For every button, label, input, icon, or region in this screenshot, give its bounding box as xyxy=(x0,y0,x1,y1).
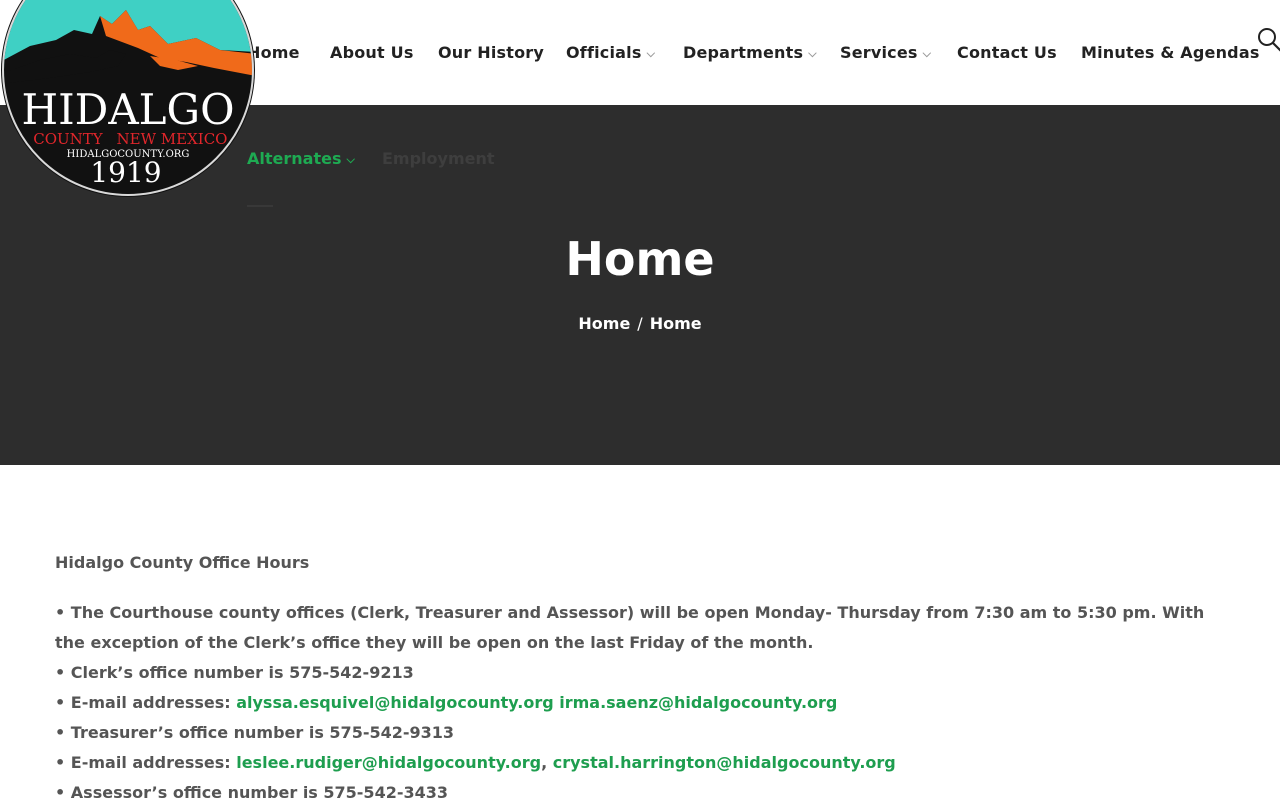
breadcrumb-current: Home xyxy=(649,314,702,333)
email-link-crystal[interactable]: crystal.harrington@hidalgocounty.org xyxy=(553,753,896,772)
logo-name: HIDALGO xyxy=(21,85,234,134)
email-link-irma[interactable]: irma.saenz@hidalgocounty.org xyxy=(559,693,837,712)
main-content: Hidalgo County Office Hours • The Courth… xyxy=(55,548,1225,808)
email-link-leslee[interactable]: leslee.rudiger@hidalgocounty.org xyxy=(236,753,541,772)
nav-alternates[interactable]: Alternates ⌵ xyxy=(247,148,355,170)
nav-services-label: Services xyxy=(840,43,918,62)
breadcrumb-separator: / xyxy=(637,314,643,333)
breadcrumb: Home / Home xyxy=(0,313,1280,335)
nav-services[interactable]: Services ⌵ xyxy=(840,42,931,64)
email-separator: , xyxy=(541,753,548,772)
nav-departments-label: Departments xyxy=(683,43,804,62)
nav-officials-label: Officials xyxy=(566,43,642,62)
nav-alternates-label: Alternates xyxy=(247,149,342,168)
nav-our-history[interactable]: Our History xyxy=(438,42,544,64)
treasurer-email-line: • E-mail addresses: leslee.rudiger@hidal… xyxy=(55,748,1225,778)
chevron-down-icon: ⌵ xyxy=(808,47,817,60)
clerk-phone-text: • Clerk’s office number is 575-542-9213 xyxy=(55,663,414,682)
nav-officials[interactable]: Officials ⌵ xyxy=(566,42,655,64)
county-logo[interactable]: HIDALGO COUNTY NEW MEXICO HIDALGOCOUNTY.… xyxy=(0,0,256,198)
page-title: Home xyxy=(565,232,715,286)
breadcrumb-home-link[interactable]: Home xyxy=(578,314,630,333)
logo-county: COUNTY xyxy=(33,130,104,148)
email-link-alyssa[interactable]: alyssa.esquivel@hidalgocounty.org xyxy=(236,693,553,712)
nav-about-us[interactable]: About Us xyxy=(330,42,414,64)
nav-active-underline xyxy=(247,205,273,207)
nav-employment[interactable]: Employment xyxy=(382,148,495,170)
logo-state: NEW MEXICO xyxy=(117,130,228,148)
chevron-down-icon: ⌵ xyxy=(646,47,656,60)
email-prefix: • E-mail addresses: xyxy=(55,693,237,712)
nav-minutes-agendas[interactable]: Minutes & Agendas xyxy=(1081,42,1260,64)
logo-year: 1919 xyxy=(90,156,161,189)
chevron-down-icon: ⌵ xyxy=(922,47,932,60)
email-prefix: • E-mail addresses: xyxy=(55,753,237,772)
chevron-down-icon: ⌵ xyxy=(346,153,355,166)
courthouse-hours-text: • The Courthouse county offices (Clerk, … xyxy=(55,603,1205,652)
treasurer-phone-text: • Treasurer’s office number is 575-542-9… xyxy=(55,723,455,742)
clerk-email-line: • E-mail addresses: alyssa.esquivel@hida… xyxy=(55,688,1225,718)
nav-contact-us[interactable]: Contact Us xyxy=(957,42,1057,64)
assessor-phone-text: • Assessor’s office number is 575-542-34… xyxy=(55,783,448,802)
search-icon[interactable] xyxy=(1256,26,1280,54)
nav-departments[interactable]: Departments ⌵ xyxy=(683,42,817,64)
office-hours-heading: Hidalgo County Office Hours xyxy=(55,553,310,572)
